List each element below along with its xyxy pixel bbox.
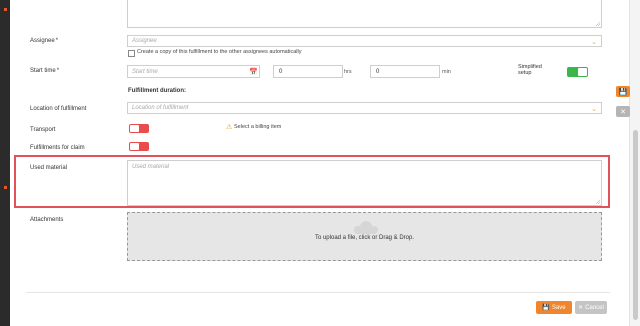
- duration-hours-input[interactable]: 0: [273, 65, 343, 78]
- left-app-strip: [0, 0, 10, 326]
- location-select[interactable]: Location of fulfillment ⌄: [127, 102, 602, 114]
- strip-mark: [4, 186, 7, 189]
- strip-mark: [4, 8, 7, 11]
- toggle-knob: [578, 68, 587, 76]
- used-material-textarea[interactable]: Used material: [127, 160, 602, 206]
- scrollbar-track[interactable]: [629, 0, 640, 326]
- save-button[interactable]: 💾 Save: [536, 301, 572, 314]
- close-icon: ✕: [578, 305, 584, 311]
- duration-minutes-value: 0: [376, 69, 380, 75]
- start-time-label: Start time*: [30, 68, 60, 74]
- fulfillments-for-claim-label: Fulfillments for claim: [30, 145, 85, 151]
- duration-hours-value: 0: [279, 69, 283, 75]
- chevron-down-icon: ⌄: [591, 106, 597, 113]
- cancel-label: Cancel: [585, 304, 604, 311]
- start-time-placeholder: Start time: [132, 69, 158, 75]
- chevron-down-icon: ⌄: [591, 39, 597, 46]
- cloud-upload-icon: [354, 219, 378, 235]
- simplified-setup-label: Simplified setup: [518, 64, 542, 76]
- side-close-button[interactable]: ✕: [616, 106, 630, 117]
- fulfillments-for-claim-toggle[interactable]: [129, 142, 149, 151]
- start-time-input[interactable]: Start time: [127, 65, 260, 78]
- assignee-select[interactable]: Assignee ⌄: [127, 35, 602, 47]
- floppy-icon: 💾: [618, 88, 628, 96]
- warning-icon: ⚠: [226, 124, 233, 131]
- assignee-placeholder: Assignee: [132, 38, 157, 44]
- save-label: Save: [551, 304, 566, 311]
- billing-notice: Select a billing item: [234, 124, 282, 130]
- resize-handle[interactable]: [596, 22, 600, 26]
- fulfillment-duration-heading: Fulfillment duration:: [128, 88, 186, 94]
- hours-unit: hrs: [344, 69, 352, 75]
- resize-handle[interactable]: [596, 200, 600, 204]
- toggle-knob: [130, 125, 139, 132]
- simplified-setup-toggle[interactable]: [567, 67, 588, 77]
- used-material-placeholder: Used material: [132, 164, 170, 170]
- copy-fulfillment-checkbox[interactable]: [128, 50, 135, 57]
- transport-toggle[interactable]: [129, 124, 149, 133]
- assignee-label: Assignee*: [30, 38, 59, 44]
- transport-label: Transport: [30, 127, 56, 133]
- minutes-unit: min: [442, 69, 451, 75]
- calendar-icon[interactable]: 📅: [249, 68, 258, 76]
- dropzone-text: To upload a file, click or Drag & Drop.: [314, 235, 415, 241]
- location-placeholder: Location of fulfillment: [132, 105, 189, 111]
- side-save-button[interactable]: 💾: [616, 86, 630, 97]
- attachments-label: Attachments: [30, 217, 64, 223]
- location-label: Location of fulfillment: [30, 106, 87, 112]
- copy-fulfillment-label: Create a copy of this fulfillment to the…: [137, 49, 302, 55]
- description-textarea[interactable]: [127, 0, 602, 28]
- scrollbar-thumb[interactable]: [633, 130, 638, 320]
- close-icon: ✕: [620, 108, 626, 116]
- attachments-dropzone[interactable]: To upload a file, click or Drag & Drop.: [127, 212, 602, 261]
- duration-minutes-input[interactable]: 0: [370, 65, 440, 78]
- footer-divider: [26, 292, 610, 293]
- floppy-icon: 💾: [542, 305, 550, 311]
- toggle-knob: [130, 143, 139, 150]
- cancel-button[interactable]: ✕ Cancel: [575, 301, 607, 314]
- used-material-label: Used material: [30, 165, 68, 171]
